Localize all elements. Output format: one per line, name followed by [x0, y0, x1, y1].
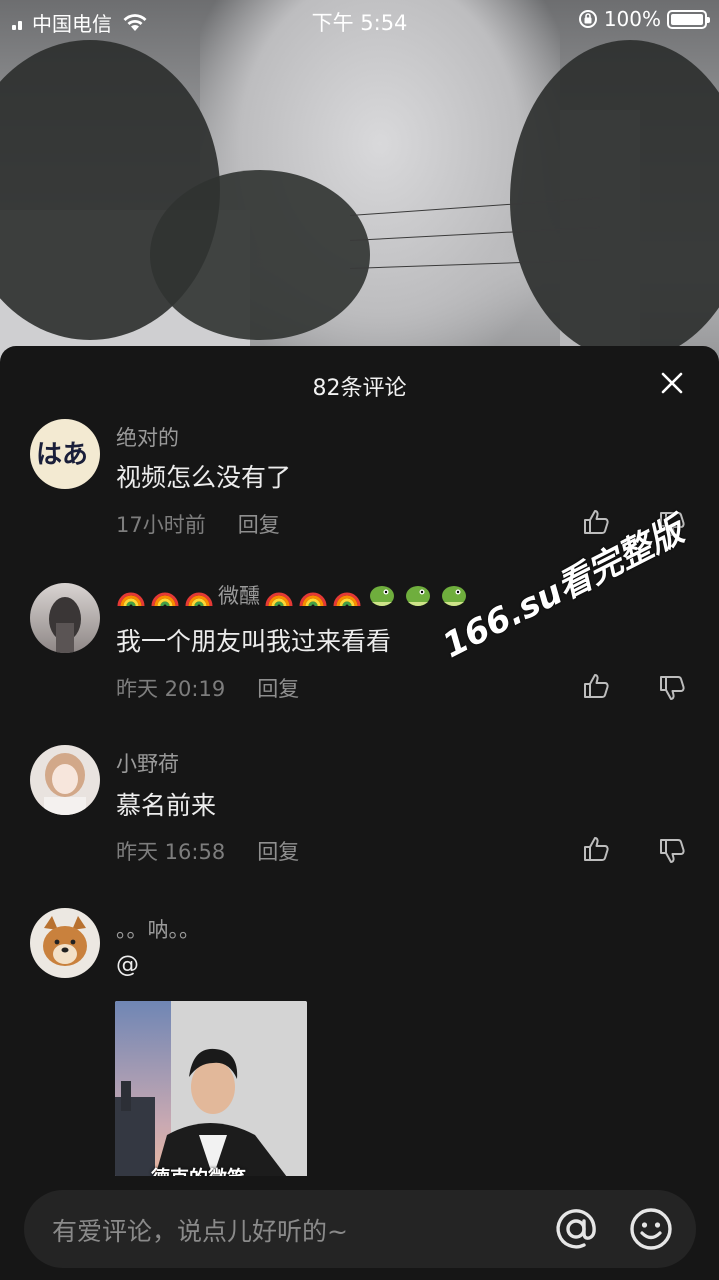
battery-icon	[667, 9, 710, 29]
avatar[interactable]	[30, 745, 100, 815]
comment-author[interactable]: 小野荷	[116, 748, 179, 778]
like-icon[interactable]	[582, 835, 610, 863]
rotation-lock-icon	[578, 10, 597, 28]
preview-caption: 德克的微笑	[151, 1163, 246, 1177]
avatar[interactable]	[30, 908, 100, 978]
tree-center	[150, 170, 370, 340]
comment-text: @	[116, 952, 139, 978]
rainbow-emoji-icon	[299, 592, 327, 607]
reply-button[interactable]: 回复	[257, 836, 299, 866]
battery-percent: 100%	[603, 7, 661, 31]
dragon-emoji-icon	[370, 586, 394, 606]
avatar[interactable]	[30, 583, 100, 653]
avatar[interactable]: はあ	[30, 419, 100, 489]
reply-button[interactable]: 回复	[257, 673, 299, 703]
status-bar: 中国电信 下午 5:54 100%	[0, 0, 719, 40]
like-icon[interactable]	[582, 672, 610, 700]
comment-time: 昨天 16:58	[116, 840, 226, 864]
comment-time: 昨天 20:19	[116, 677, 226, 701]
comment-text: 视频怎么没有了	[116, 463, 292, 492]
comment-author[interactable]: 微醺	[218, 580, 260, 610]
comment-input-bar: 有爱评论，说点儿好听的~	[0, 1176, 719, 1280]
comment-author[interactable]: 。。呐。。	[116, 914, 200, 944]
rainbow-emoji-icon	[151, 592, 179, 607]
mention-at-icon[interactable]	[554, 1207, 598, 1251]
dislike-icon[interactable]	[658, 674, 686, 702]
comment-panel: 82条评论	[0, 346, 719, 1280]
rainbow-emoji-icon	[185, 592, 213, 607]
rainbow-emoji-icon	[265, 592, 293, 607]
comment-author[interactable]: 绝对的	[116, 422, 179, 452]
comment-text: 我一个朋友叫我过来看看	[116, 627, 392, 656]
comment-author-row[interactable]: 微醺	[116, 580, 470, 610]
comment-input[interactable]: 有爱评论，说点儿好听的~	[24, 1190, 696, 1268]
svg-text:はあ: はあ	[36, 440, 88, 470]
dislike-icon[interactable]	[658, 837, 686, 865]
comment-input-placeholder: 有爱评论，说点儿好听的~	[52, 1217, 348, 1246]
comment-time: 17小时前	[116, 513, 206, 537]
shared-video-preview[interactable]: 德克的微笑	[115, 1001, 307, 1177]
video-background[interactable]	[0, 0, 719, 380]
close-icon[interactable]	[659, 370, 685, 396]
rainbow-emoji-icon	[333, 592, 361, 607]
dragon-emoji-icon	[406, 586, 430, 606]
comment-text: 慕名前来	[116, 791, 217, 820]
emoji-smile-icon[interactable]	[628, 1206, 674, 1252]
panel-title: 82条评论	[312, 376, 407, 401]
reply-button[interactable]: 回复	[238, 509, 280, 539]
like-icon[interactable]	[582, 508, 610, 536]
rainbow-emoji-icon	[117, 592, 145, 607]
